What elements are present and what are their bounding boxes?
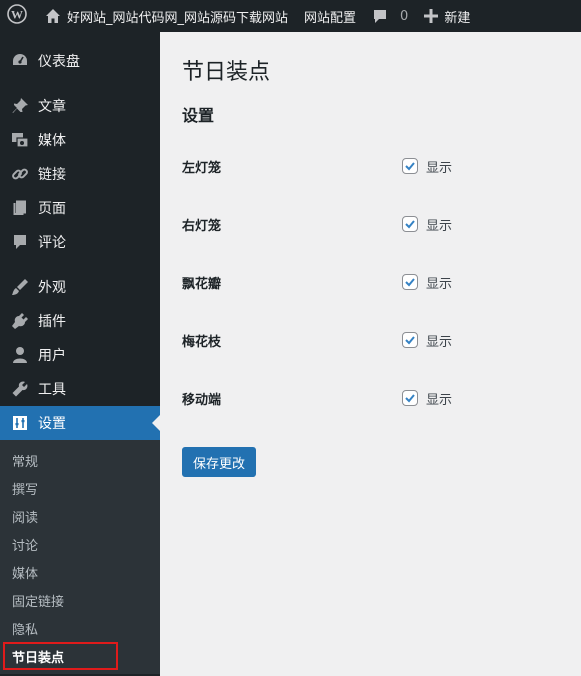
save-changes-button[interactable]: 保存更改 (182, 447, 257, 477)
new-content-button[interactable]: 新建 (416, 0, 478, 32)
site-name-link[interactable]: 好网站_网站代码网_网站源码下载网站 (37, 0, 296, 32)
submenu-item-permalinks[interactable]: 固定链接 (0, 586, 160, 614)
menu-item-label: 插件 (38, 314, 66, 330)
menu-item-label: 设置 (38, 416, 66, 432)
menu-item-dashboard[interactable]: 仪表盘 (0, 44, 160, 78)
menu-item-plugins[interactable]: 插件 (0, 304, 160, 338)
checkbox-checked-icon[interactable] (402, 274, 418, 290)
show-checkbox-plum-branch[interactable]: 显示 (402, 331, 452, 350)
setting-label: 飘花瓣 (182, 276, 222, 292)
plus-icon (424, 9, 439, 23)
dashboard-icon (10, 51, 30, 71)
menu-item-label: 文章 (38, 99, 66, 115)
menu-item-links[interactable]: 链接 (0, 157, 160, 191)
menu-item-label: 链接 (38, 167, 66, 183)
wordpress-logo-icon: W (7, 4, 27, 28)
checkbox-label: 显示 (426, 276, 453, 292)
menu-item-posts[interactable]: 文章 (0, 89, 160, 123)
setting-row-plum-branch: 梅花枝 显示 (182, 328, 562, 352)
show-checkbox-mobile[interactable]: 显示 (402, 389, 452, 408)
show-checkbox-petals[interactable]: 显示 (402, 273, 452, 292)
media-icon (10, 130, 30, 150)
menu-item-tools[interactable]: 工具 (0, 372, 160, 406)
settings-submenu: 常规 撰写 阅读 讨论 媒体 固定链接 隐私 节日装点 (0, 440, 160, 674)
main-content: 节日装点 设置 左灯笼 显示 右灯笼 显示 飘花瓣 显示 梅花枝 显示 移动端 (160, 32, 581, 676)
menu-item-label: 媒体 (38, 133, 66, 149)
setting-label: 左灯笼 (182, 160, 222, 176)
submenu-item-media[interactable]: 媒体 (0, 558, 160, 586)
menu-item-media[interactable]: 媒体 (0, 123, 160, 157)
menu-item-label: 仪表盘 (38, 54, 80, 70)
submenu-item-writing[interactable]: 撰写 (0, 474, 160, 502)
user-icon (10, 345, 30, 365)
menu-item-label: 外观 (38, 280, 66, 296)
appearance-icon (10, 277, 30, 297)
menu-item-appearance[interactable]: 外观 (0, 270, 160, 304)
checkbox-checked-icon[interactable] (402, 332, 418, 348)
comments-link[interactable]: 0 (364, 0, 416, 32)
menu-item-users[interactable]: 用户 (0, 338, 160, 372)
menu-item-label: 评论 (38, 235, 66, 251)
checkbox-checked-icon[interactable] (402, 158, 418, 174)
svg-text:W: W (11, 8, 23, 22)
page-icon (10, 198, 30, 218)
plugin-icon (10, 311, 30, 331)
site-config-link[interactable]: 网站配置 (296, 0, 364, 32)
admin-sidebar: 仪表盘 文章 媒体 链接 页面 评论 外观 插件 用户 工具 设置 常规 撰写 … (0, 32, 160, 676)
submenu-item-privacy[interactable]: 隐私 (0, 614, 160, 642)
wrench-icon (10, 379, 30, 399)
home-icon (45, 8, 61, 24)
setting-row-left-lantern: 左灯笼 显示 (182, 154, 562, 178)
checkbox-checked-icon[interactable] (402, 216, 418, 232)
submenu-item-festival-decor[interactable]: 节日装点 (3, 642, 118, 670)
submenu-item-general[interactable]: 常规 (0, 446, 160, 474)
link-icon (10, 164, 30, 184)
checkbox-label: 显示 (426, 218, 453, 234)
setting-row-petals: 飘花瓣 显示 (182, 270, 562, 294)
menu-item-settings[interactable]: 设置 (0, 406, 160, 440)
section-title: 设置 (182, 106, 215, 125)
comment-bubble-icon (372, 8, 388, 24)
menu-item-label: 页面 (38, 201, 66, 217)
new-content-label: 新建 (444, 10, 471, 26)
site-name-label: 好网站_网站代码网_网站源码下载网站 (67, 10, 289, 26)
site-config-label: 网站配置 (304, 10, 357, 26)
admin-bar: W 好网站_网站代码网_网站源码下载网站 网站配置 0 新建 (0, 0, 581, 32)
wordpress-logo-button[interactable]: W (0, 0, 37, 32)
checkbox-label: 显示 (426, 334, 453, 350)
pin-icon (10, 96, 30, 116)
checkbox-label: 显示 (426, 392, 453, 408)
menu-item-label: 工具 (38, 382, 66, 398)
setting-row-right-lantern: 右灯笼 显示 (182, 212, 562, 236)
comments-count: 0 (400, 8, 409, 24)
settings-icon (10, 413, 30, 433)
menu-item-comments[interactable]: 评论 (0, 225, 160, 259)
show-checkbox-right-lantern[interactable]: 显示 (402, 215, 452, 234)
setting-label: 右灯笼 (182, 218, 222, 234)
comment-icon (10, 232, 30, 252)
setting-label: 梅花枝 (182, 334, 222, 350)
submenu-item-discussion[interactable]: 讨论 (0, 530, 160, 558)
submenu-item-reading[interactable]: 阅读 (0, 502, 160, 530)
menu-item-pages[interactable]: 页面 (0, 191, 160, 225)
checkbox-label: 显示 (426, 160, 453, 176)
page-title: 节日装点 (182, 60, 271, 85)
setting-row-mobile: 移动端 显示 (182, 386, 562, 410)
show-checkbox-left-lantern[interactable]: 显示 (402, 157, 452, 176)
checkbox-checked-icon[interactable] (402, 390, 418, 406)
menu-item-label: 用户 (38, 348, 66, 364)
setting-label: 移动端 (182, 392, 222, 408)
